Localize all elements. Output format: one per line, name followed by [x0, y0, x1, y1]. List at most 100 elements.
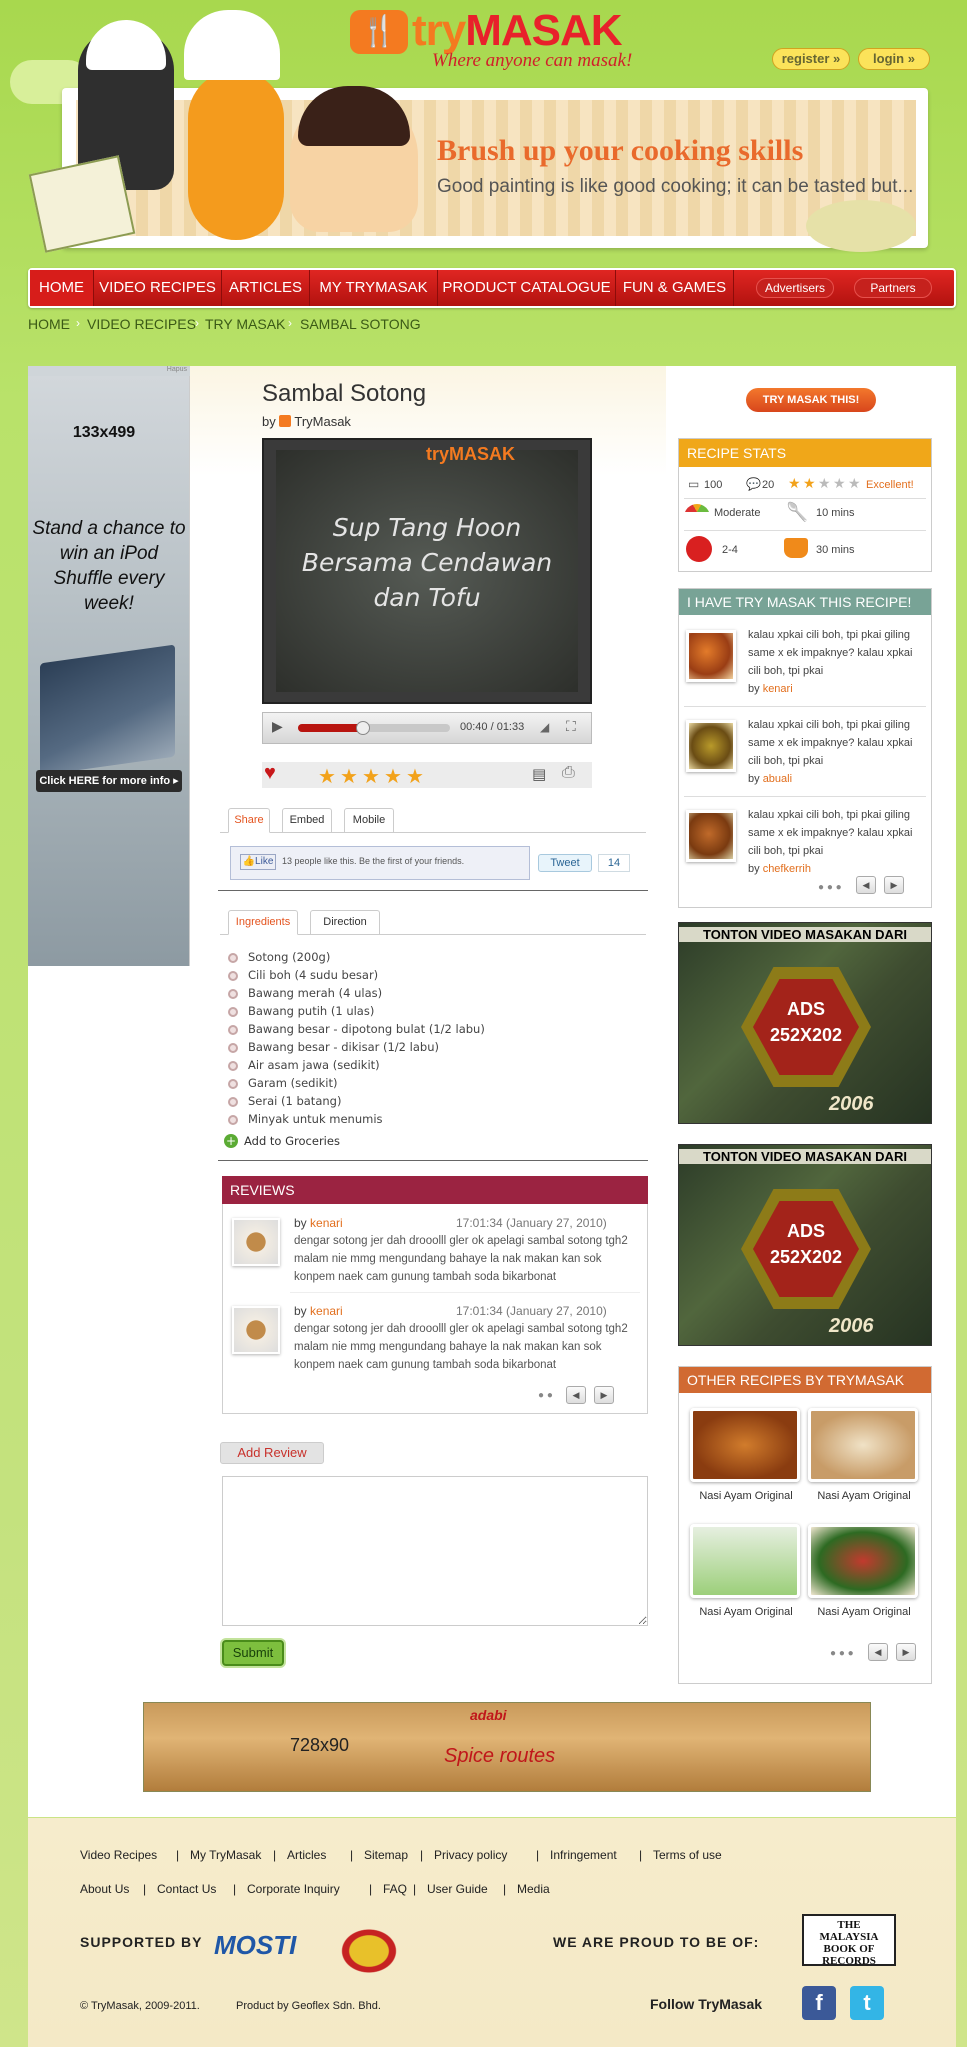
- play-icon[interactable]: ▶: [272, 718, 283, 735]
- chevron-right-icon: ›: [195, 316, 199, 330]
- star-icon[interactable]: ★: [384, 764, 402, 789]
- star-icon: ★: [848, 475, 861, 491]
- volume-icon[interactable]: ◢: [540, 720, 549, 734]
- author-link[interactable]: TryMasak: [294, 414, 351, 429]
- logo-icon[interactable]: 🍴: [350, 10, 408, 54]
- tab-mobile[interactable]: Mobile: [344, 808, 394, 832]
- star-icon[interactable]: ★: [340, 764, 358, 789]
- right-ad-rectangle[interactable]: TONTON VIDEO MASAKAN DARI ADS 252X202 2006: [678, 922, 932, 1124]
- next-page-button[interactable]: ▶: [896, 1643, 916, 1661]
- add-review-button[interactable]: Add Review: [220, 1442, 324, 1464]
- nav-product-catalogue[interactable]: PRODUCT CATALOGUE: [438, 270, 616, 306]
- bottom-leaderboard-ad[interactable]: 728x90 adabi Spice routes: [143, 1702, 871, 1792]
- twitter-icon[interactable]: t: [850, 1986, 884, 2020]
- right-ad-rectangle[interactable]: TONTON VIDEO MASAKAN DARI ADS 252X202 2006: [678, 1144, 932, 1346]
- prev-page-button[interactable]: ◀: [856, 876, 876, 894]
- footer-separator: |: [273, 1848, 277, 1862]
- nav-my-trymasak[interactable]: MY TRYMASAK: [310, 270, 438, 306]
- footer-separator: |: [503, 1882, 507, 1896]
- review-author-link[interactable]: kenari: [310, 1304, 343, 1318]
- ad-label: ADS: [786, 1221, 825, 1241]
- tab-direction[interactable]: Direction: [310, 910, 380, 934]
- next-page-button[interactable]: ▶: [594, 1386, 614, 1404]
- ingredient-item: Bawang besar - dipotong bulat (1/2 labu): [228, 1022, 485, 1036]
- review-author-link[interactable]: kenari: [310, 1216, 343, 1230]
- rating-label: Excellent!: [866, 479, 914, 491]
- footer-link[interactable]: Sitemap: [364, 1848, 408, 1862]
- heart-icon[interactable]: ♥: [264, 762, 276, 785]
- add-to-groceries[interactable]: + Add to Groceries: [224, 1134, 340, 1148]
- other-recipe-name[interactable]: Nasi Ayam Original: [806, 1490, 922, 1502]
- site-logo[interactable]: tryMASAK: [412, 6, 623, 56]
- footer-link[interactable]: Privacy policy: [434, 1848, 507, 1862]
- star-icon[interactable]: ★: [406, 764, 424, 789]
- footer-link[interactable]: Articles: [287, 1848, 326, 1862]
- footer-link[interactable]: Media: [517, 1882, 550, 1896]
- nav-home[interactable]: HOME: [30, 270, 94, 306]
- other-recipe-name[interactable]: Nasi Ayam Original: [806, 1606, 922, 1618]
- login-button[interactable]: login »: [858, 48, 930, 70]
- footer-link[interactable]: Video Recipes: [80, 1848, 157, 1862]
- recipe-title: Sambal Sotong: [262, 380, 427, 407]
- footer-link[interactable]: Infringement: [550, 1848, 617, 1862]
- playlist-icon[interactable]: ▤: [532, 765, 546, 783]
- other-recipe-photo[interactable]: [690, 1524, 800, 1598]
- prev-page-button[interactable]: ◀: [566, 1386, 586, 1404]
- print-icon[interactable]: ⎙: [562, 764, 575, 782]
- ingredient-item: Bawang besar - dikisar (1/2 labu): [228, 1040, 439, 1054]
- nav-fun-games[interactable]: FUN & GAMES: [616, 270, 734, 306]
- other-recipe-name[interactable]: Nasi Ayam Original: [688, 1606, 804, 1618]
- footer-link[interactable]: Contact Us: [157, 1882, 216, 1896]
- tab-ingredients[interactable]: Ingredients: [228, 910, 298, 935]
- tab-share[interactable]: Share: [228, 808, 270, 833]
- facebook-like-button[interactable]: 👍Like: [240, 854, 276, 870]
- footer-link[interactable]: FAQ: [383, 1882, 407, 1896]
- nav-advertisers[interactable]: Advertisers: [756, 278, 834, 298]
- proud-label: WE ARE PROUD TO BE OF:: [553, 1934, 760, 1950]
- star-icon[interactable]: ★: [362, 764, 380, 789]
- tab-embed[interactable]: Embed: [282, 808, 332, 832]
- ad-cta-button[interactable]: Click HERE for more info ▸: [36, 770, 182, 792]
- other-recipe-photo[interactable]: [808, 1524, 918, 1598]
- facebook-icon[interactable]: f: [802, 1986, 836, 2020]
- malaysia-book-of-records-logo[interactable]: THE MALAYSIA BOOK OF RECORDS: [802, 1914, 896, 1967]
- footer-link[interactable]: About Us: [80, 1882, 129, 1896]
- other-recipe-photo[interactable]: [690, 1408, 800, 1482]
- tried-recipe-photo[interactable]: [686, 630, 736, 682]
- other-recipe-photo[interactable]: [808, 1408, 918, 1482]
- try-masak-button[interactable]: TRY MASAK THIS!: [746, 388, 876, 412]
- tweet-button[interactable]: Tweet: [538, 854, 592, 872]
- register-button[interactable]: register »: [772, 48, 850, 70]
- ad-headline: TONTON VIDEO MASAKAN DARI: [679, 1149, 931, 1164]
- tried-author-link[interactable]: abuali: [763, 773, 792, 785]
- footer-link[interactable]: Corporate Inquiry: [247, 1882, 340, 1896]
- breadcrumb-try-masak[interactable]: TRY MASAK: [205, 316, 285, 332]
- star-icon[interactable]: ★: [318, 764, 336, 789]
- fullscreen-icon[interactable]: ⛶: [566, 718, 576, 735]
- prev-page-button[interactable]: ◀: [868, 1643, 888, 1661]
- mosti-logo[interactable]: MOSTI: [214, 1930, 296, 1961]
- ad-headline: TONTON VIDEO MASAKAN DARI: [679, 927, 931, 942]
- comment-icon: 💬: [746, 477, 761, 491]
- share-tabs-divider: [220, 832, 646, 833]
- nav-articles[interactable]: ARTICLES: [222, 270, 310, 306]
- next-page-button[interactable]: ▶: [884, 876, 904, 894]
- nav-partners[interactable]: Partners: [854, 278, 932, 298]
- footer-link[interactable]: Terms of use: [653, 1848, 722, 1862]
- review-text: dengar sotong jer dah drooolll gler ok a…: [294, 1323, 628, 1371]
- review-date: 17:01:34 (January 27, 2010): [456, 1304, 607, 1318]
- tried-recipe-photo[interactable]: [686, 720, 736, 772]
- breadcrumb-video-recipes[interactable]: VIDEO RECIPES: [87, 316, 196, 332]
- footer-link[interactable]: User Guide: [427, 1882, 488, 1896]
- other-recipe-name[interactable]: Nasi Ayam Original: [688, 1490, 804, 1502]
- tried-recipe-photo[interactable]: [686, 810, 736, 862]
- tried-author-link[interactable]: kenari: [763, 683, 793, 695]
- footer-link[interactable]: My TryMasak: [190, 1848, 261, 1862]
- nav-video-recipes[interactable]: VIDEO RECIPES: [94, 270, 222, 306]
- tried-author-link[interactable]: chefkerrih: [763, 863, 811, 875]
- submit-button[interactable]: Submit: [222, 1640, 284, 1666]
- review-textarea[interactable]: [222, 1476, 648, 1626]
- other-recipes-title: OTHER RECIPES BY TRYMASAK: [679, 1367, 931, 1393]
- breadcrumb-home[interactable]: HOME: [28, 316, 70, 332]
- tried-by-label: by: [748, 683, 760, 695]
